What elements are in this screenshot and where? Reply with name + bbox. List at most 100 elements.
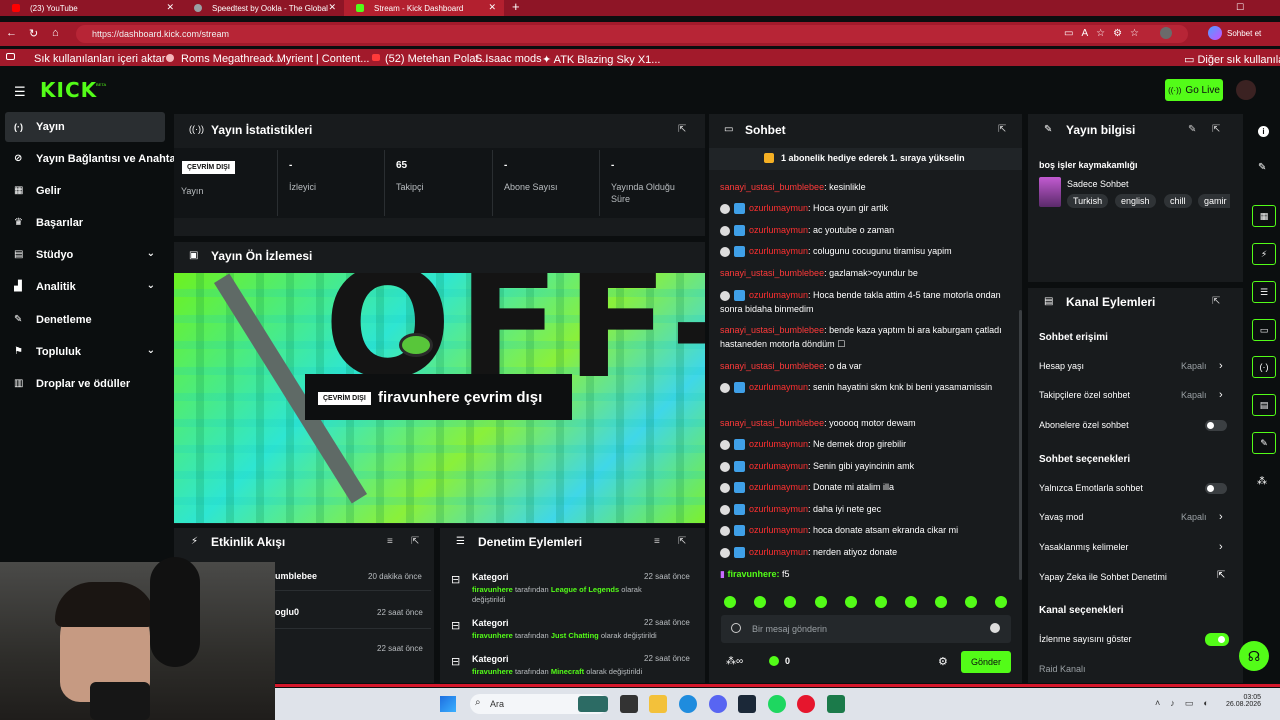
chevron-down-icon[interactable]: ⌄	[147, 345, 155, 356]
emote-icon[interactable]	[935, 596, 947, 608]
emote-icon[interactable]	[845, 596, 857, 608]
send-button[interactable]: Gönder	[961, 651, 1011, 673]
bookmark-label[interactable]: Isaac mods	[485, 53, 541, 65]
chat-user[interactable]: firavunhere:	[727, 569, 779, 579]
sidebar-item-droplar[interactable]: ▥ Droplar ve ödüller	[5, 369, 165, 399]
chat-user[interactable]: ozurlumaymun	[749, 525, 808, 535]
filter-icon[interactable]: ≡	[387, 536, 393, 547]
chevron-right-icon[interactable]: ›	[1219, 389, 1223, 401]
setting-value[interactable]: Kapalı	[1181, 361, 1207, 371]
chat-user[interactable]: ozurlumaymun	[749, 225, 808, 235]
sohbet-et-button[interactable]: Sohbet et	[1227, 29, 1261, 38]
chevron-down-icon[interactable]: ⌄	[147, 248, 155, 259]
sidebar-item-basarilar[interactable]: ♛ Başarılar	[5, 208, 165, 238]
toolbar-icons[interactable]: ▭A☆⚙☆	[1064, 28, 1147, 39]
sidebar-item-gelir[interactable]: ▦ Gelir	[5, 176, 165, 206]
setting-value[interactable]: Kapalı	[1181, 390, 1207, 400]
send-label[interactable]: Gönder	[971, 657, 1001, 667]
windows-start-icon[interactable]	[440, 696, 456, 712]
chat-user[interactable]: ozurlumaymun	[749, 504, 808, 514]
setting-label[interactable]: Raid Kanalı	[1039, 664, 1086, 674]
go-live-label[interactable]: Go Live	[1185, 85, 1219, 96]
sidebar-item-analitik[interactable]: ▟ Analitik ⌄	[5, 272, 165, 302]
discord-icon[interactable]	[709, 695, 727, 713]
sidebar-item-label[interactable]: Başarılar	[36, 217, 83, 229]
clock-time[interactable]: 03:05	[1226, 694, 1262, 701]
sidebar-item-label[interactable]: Yayın Bağlantısı ve Anahtar	[36, 153, 175, 165]
chat-user[interactable]: sanayi_ustasi_bumblebee	[720, 325, 824, 335]
other-bookmarks[interactable]: ▭ Diğer sık kullanılanlar	[1184, 53, 1280, 66]
gear-icon[interactable]: ⚙	[938, 655, 948, 668]
external-link-icon[interactable]: ⇱	[1212, 124, 1220, 135]
external-link-icon[interactable]: ⇱	[1212, 296, 1220, 307]
bookmark-item[interactable]: Sık kullanılanları içeri aktar	[34, 53, 165, 65]
tab-kick-dashboard[interactable]: Stream - Kick Dashboard ✕	[344, 0, 504, 16]
filter-icon[interactable]: ≡	[654, 536, 660, 547]
setting-label[interactable]: Yalnızca Emotlarla sohbet	[1039, 483, 1143, 493]
setting-label[interactable]: Abonelere özel sohbet	[1039, 420, 1129, 430]
emote-icon[interactable]	[754, 596, 766, 608]
back-icon[interactable]: ←	[6, 27, 17, 39]
chevron-right-icon[interactable]: ›	[1219, 360, 1223, 372]
chat-user[interactable]: ozurlumaymun	[749, 246, 808, 256]
tab-youtube[interactable]: (23) YouTube ✕	[0, 0, 182, 16]
opera-icon[interactable]	[797, 695, 815, 713]
show-views-toggle[interactable]	[1205, 633, 1229, 646]
chat-user[interactable]: ozurlumaymun	[749, 482, 808, 492]
chat-scrollbar[interactable]	[1019, 310, 1022, 580]
bookmark-label[interactable]: (52) Metehan Polat...	[385, 53, 488, 65]
task-view-icon[interactable]	[620, 695, 638, 713]
category-thumbnail[interactable]	[1039, 177, 1061, 207]
home-icon[interactable]: ⌂	[52, 27, 59, 39]
steam-icon[interactable]	[738, 695, 756, 713]
close-icon[interactable]: ✕	[166, 2, 174, 13]
tray-icons[interactable]: ˄♪▭◐	[1155, 698, 1219, 709]
emoji-icon[interactable]	[990, 623, 1000, 633]
chevron-right-icon[interactable]: ›	[1219, 511, 1223, 523]
sidebar-item-label[interactable]: Gelir	[36, 185, 61, 197]
copilot-icon[interactable]	[1208, 26, 1222, 40]
rail-stats-icon[interactable]: ▦	[1252, 205, 1276, 227]
new-tab-icon[interactable]: +	[512, 0, 520, 14]
category-name[interactable]: Sadece Sohbet	[1067, 179, 1129, 189]
tag[interactable]: english	[1115, 194, 1156, 208]
chevron-down-icon[interactable]: ⌄	[147, 280, 155, 291]
bookmark-item[interactable]: ✦ ATK Blazing Sky X1...	[542, 53, 660, 66]
refresh-icon[interactable]: ↻	[29, 27, 38, 40]
sidebar-item-label[interactable]: Stüdyo	[36, 249, 73, 261]
chevron-right-icon[interactable]: ›	[1219, 541, 1223, 553]
setting-label[interactable]: Hesap yaşı	[1039, 361, 1084, 371]
infinity-icon[interactable]: ⁂∞	[726, 656, 743, 667]
edit-icon[interactable]: ✎	[1188, 124, 1196, 135]
tag[interactable]: chill	[1164, 194, 1192, 208]
support-button[interactable]: ☊	[1239, 641, 1269, 671]
chat-user[interactable]: sanayi_ustasi_bumblebee	[720, 268, 824, 278]
clock-date[interactable]: 26.08.2026	[1226, 701, 1261, 708]
setting-label[interactable]: İzlenme sayısını göster	[1039, 634, 1132, 644]
emote-icon[interactable]	[875, 596, 887, 608]
chat-user[interactable]: sanayi_ustasi_bumblebee	[720, 361, 824, 371]
bookmark-label[interactable]: Myrient | Content...	[277, 53, 370, 65]
sidebar-item-studyo[interactable]: ▤ Stüdyo ⌄	[5, 240, 165, 270]
rail-chat-icon[interactable]: ▭	[1252, 319, 1276, 341]
sidebar-item-label[interactable]: Droplar ve ödüller	[36, 378, 130, 390]
setting-label[interactable]: Yavaş mod	[1039, 512, 1083, 522]
sidebar-item-topluluk[interactable]: ⚑ Topluluk ⌄	[5, 337, 165, 367]
external-link-icon[interactable]: ⇱	[678, 536, 686, 547]
chat-user[interactable]: ozurlumaymun	[749, 547, 808, 557]
close-icon[interactable]: ✕	[328, 2, 336, 13]
menu-icon[interactable]: ☰	[14, 84, 26, 100]
tag[interactable]: gamir	[1198, 194, 1230, 208]
window-controls[interactable]: ☐	[1236, 2, 1244, 13]
emote-icon[interactable]	[995, 596, 1007, 608]
spotify-icon[interactable]	[768, 695, 786, 713]
avatar[interactable]	[1236, 80, 1256, 100]
chat-user[interactable]: ozurlumaymun	[749, 382, 808, 392]
emote-icon[interactable]	[905, 596, 917, 608]
emote-icon[interactable]	[724, 596, 736, 608]
chat-user[interactable]: sanayi_ustasi_bumblebee	[720, 418, 824, 428]
clock[interactable]: 03:05 26.08.2026	[1226, 694, 1261, 708]
pencil-icon[interactable]: ✎	[1258, 162, 1266, 173]
tab-speedtest[interactable]: Speedtest by Ookla - The Global B ✕	[182, 0, 344, 16]
rail-wrench-icon[interactable]: ✎	[1252, 432, 1276, 454]
